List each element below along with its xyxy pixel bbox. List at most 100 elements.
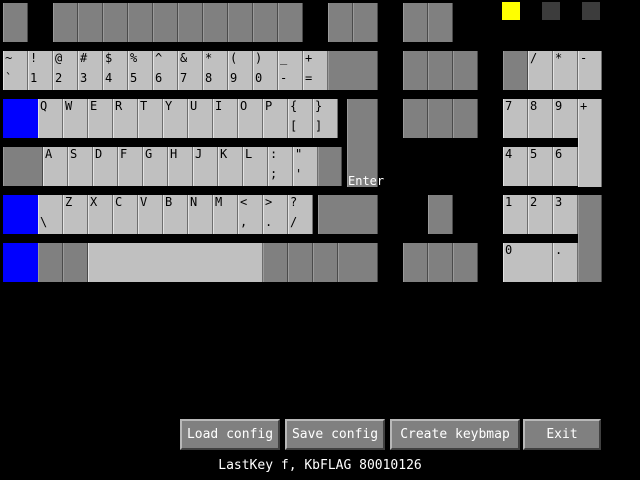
key-l[interactable]: L <box>243 147 268 186</box>
exit-button[interactable]: Exit <box>523 419 601 450</box>
key-caps-lock[interactable] <box>3 147 43 186</box>
key-left-shift[interactable] <box>3 195 38 234</box>
key-comma[interactable]: <, <box>238 195 263 234</box>
key-f7[interactable] <box>203 3 228 42</box>
key-8[interactable]: * 8 <box>203 51 228 90</box>
key-arrow-down[interactable] <box>428 243 453 282</box>
key-home[interactable] <box>428 51 453 90</box>
key-kp9[interactable]: 9 <box>553 99 578 138</box>
key-left-alt[interactable] <box>63 243 88 282</box>
key-d[interactable]: D <box>93 147 118 186</box>
key-1[interactable]: ! 1 <box>28 51 53 90</box>
key-iso-hash[interactable] <box>318 147 342 186</box>
key-f4[interactable] <box>128 3 153 42</box>
key-kp-plus[interactable]: + <box>578 99 602 187</box>
key-9[interactable]: (9 <box>228 51 253 90</box>
key-semicolon[interactable]: :; <box>268 147 293 186</box>
key-delete[interactable] <box>403 99 428 138</box>
key-right-alt[interactable] <box>263 243 288 282</box>
key-kp3[interactable]: 3 <box>553 195 578 234</box>
key-num-lock[interactable] <box>503 51 528 90</box>
key-insert[interactable] <box>403 51 428 90</box>
key-f1[interactable] <box>53 3 78 42</box>
key-page-up[interactable] <box>453 51 478 90</box>
key-n[interactable]: N <box>188 195 213 234</box>
key-right-win[interactable] <box>288 243 313 282</box>
key-kp4[interactable]: 4 <box>503 147 528 186</box>
key-kp2[interactable]: 2 <box>528 195 553 234</box>
key-quote[interactable]: " ' <box>293 147 318 186</box>
key-scroll-lock[interactable] <box>428 3 453 42</box>
key-arrow-right[interactable] <box>453 243 478 282</box>
key-4[interactable]: $4 <box>103 51 128 90</box>
key-kp7[interactable]: 7 <box>503 99 528 138</box>
key-s[interactable]: S <box>68 147 93 186</box>
key-slash[interactable]: ? / <box>288 195 313 234</box>
key-i[interactable]: I <box>213 99 238 138</box>
key-kp-multiply[interactable]: * <box>553 51 578 90</box>
key-j[interactable]: J <box>193 147 218 186</box>
key-e[interactable]: E <box>88 99 113 138</box>
key-k[interactable]: K <box>218 147 243 186</box>
key-right-shift[interactable] <box>318 195 378 234</box>
key-f2[interactable] <box>78 3 103 42</box>
key-u[interactable]: U <box>188 99 213 138</box>
key-period[interactable]: >. <box>263 195 288 234</box>
key-end[interactable] <box>428 99 453 138</box>
key-0[interactable]: ) 0 <box>253 51 278 90</box>
key-backspace[interactable] <box>328 51 378 90</box>
key-kp0[interactable]: 0 <box>503 243 553 282</box>
key-x[interactable]: X <box>88 195 113 234</box>
key-o[interactable]: O <box>238 99 263 138</box>
key-arrow-up[interactable] <box>428 195 453 234</box>
key-kp5[interactable]: 5 <box>528 147 553 186</box>
create-keybmap-button[interactable]: Create keybmap <box>390 419 520 450</box>
key-f10[interactable] <box>278 3 303 42</box>
key-print-screen[interactable] <box>403 3 428 42</box>
key-t[interactable]: T <box>138 99 163 138</box>
save-config-button[interactable]: Save config <box>285 419 385 450</box>
key-right-ctrl[interactable] <box>338 243 378 282</box>
key-y[interactable]: Y <box>163 99 188 138</box>
key-z[interactable]: Z <box>63 195 88 234</box>
key-c[interactable]: C <box>113 195 138 234</box>
key-f11[interactable] <box>328 3 353 42</box>
key-r[interactable]: R <box>113 99 138 138</box>
key-space[interactable] <box>88 243 263 282</box>
key-m[interactable]: M <box>213 195 238 234</box>
key-q[interactable]: Q <box>38 99 63 138</box>
key-3[interactable]: #3 <box>78 51 103 90</box>
key-menu[interactable] <box>313 243 338 282</box>
key-f6[interactable] <box>178 3 203 42</box>
key-kp-decimal[interactable]: . <box>553 243 578 282</box>
key-kp-minus[interactable]: - <box>578 51 602 90</box>
key-f8[interactable] <box>228 3 253 42</box>
key-escape[interactable] <box>3 3 28 42</box>
key-g[interactable]: G <box>143 147 168 186</box>
key-arrow-left[interactable] <box>403 243 428 282</box>
key-tab[interactable] <box>3 99 38 138</box>
key-f9[interactable] <box>253 3 278 42</box>
key-kp-enter[interactable] <box>578 195 602 282</box>
key-left-bracket[interactable]: {[ <box>288 99 313 138</box>
key-f12[interactable] <box>353 3 378 42</box>
key-left-ctrl[interactable] <box>3 243 38 282</box>
key-left-win[interactable] <box>38 243 63 282</box>
key-kp-divide[interactable]: / <box>528 51 553 90</box>
key-a[interactable]: A <box>43 147 68 186</box>
key-backslash[interactable]: \ <box>38 195 63 234</box>
key-f3[interactable] <box>103 3 128 42</box>
key-equals[interactable]: + = <box>303 51 328 90</box>
key-h[interactable]: H <box>168 147 193 186</box>
key-grave[interactable]: ~ ` <box>3 51 28 90</box>
key-2[interactable]: @2 <box>53 51 78 90</box>
key-7[interactable]: & 7 <box>178 51 203 90</box>
key-f5[interactable] <box>153 3 178 42</box>
key-page-down[interactable] <box>453 99 478 138</box>
key-5[interactable]: % 5 <box>128 51 153 90</box>
key-kp1[interactable]: 1 <box>503 195 528 234</box>
key-b[interactable]: B <box>163 195 188 234</box>
key-kp6[interactable]: 6 <box>553 147 578 186</box>
key-kp8[interactable]: 8 <box>528 99 553 138</box>
key-right-bracket[interactable]: }] <box>313 99 338 138</box>
